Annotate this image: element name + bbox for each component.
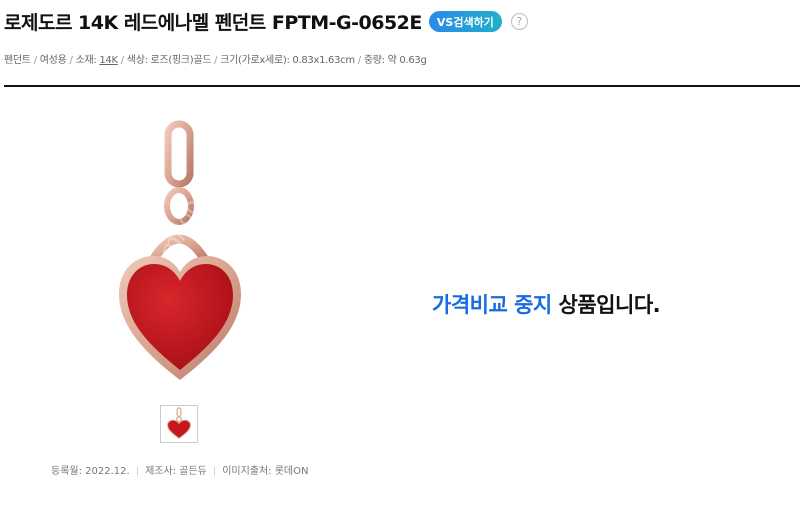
spec-separator: / [33,55,37,66]
spec-material-link[interactable]: 14K [99,55,118,66]
spec-category: 펜던트 [4,55,31,66]
help-icon[interactable]: ? [510,13,528,30]
spec-separator: / [120,55,124,66]
spec-separator: / [69,55,73,66]
spec-material-label: 소재: [75,55,97,66]
thumbnail-image[interactable] [160,405,198,443]
price-compare-stopped-notice: 가격비교 중지 상품입니다. [432,289,661,319]
spec-separator: / [214,55,218,66]
bail-loop [164,120,194,188]
spec-target: 여성용 [39,55,67,66]
spec-weight: 중량: 약 0.63g [363,55,427,66]
vs-search-button[interactable]: VS검색하기 [428,11,502,32]
thumbnail-heart-icon [167,407,191,439]
image-source: 이미지출처: 롯데ON [222,466,309,477]
notice-rest: 상품입니다. [558,293,661,317]
title-row: 로제도르 14K 레드에나멜 펜던트 FPTM-G-0652E VS검색하기 ? [4,8,528,35]
product-image [119,120,241,380]
meta-divider: | [212,466,217,477]
jump-ring [164,187,194,225]
header-divider [4,85,800,87]
spec-row: 펜던트 / 여성용 / 소재: 14K / 색상: 로즈(핑크)골드 / 크기(가로x세로): … [4,51,427,66]
notice-highlight: 가격비교 중지 [432,293,552,317]
meta-divider: | [135,466,140,477]
manufacturer: 제조사: 골든듀 [145,466,207,477]
heart-arch [148,234,210,265]
registered-date: 등록월: 2022.12. [51,466,130,477]
spec-size: 크기(가로x세로): 0.83x1.63cm [220,55,355,66]
spec-separator: / [357,55,361,66]
product-title: 로제도르 14K 레드에나멜 펜던트 FPTM-G-0652E [4,12,422,34]
spec-color: 색상: 로즈(핑크)골드 [126,55,212,66]
meta-row: 등록월: 2022.12. | 제조사: 골든듀 | 이미지출처: 롯데ON [51,462,315,477]
